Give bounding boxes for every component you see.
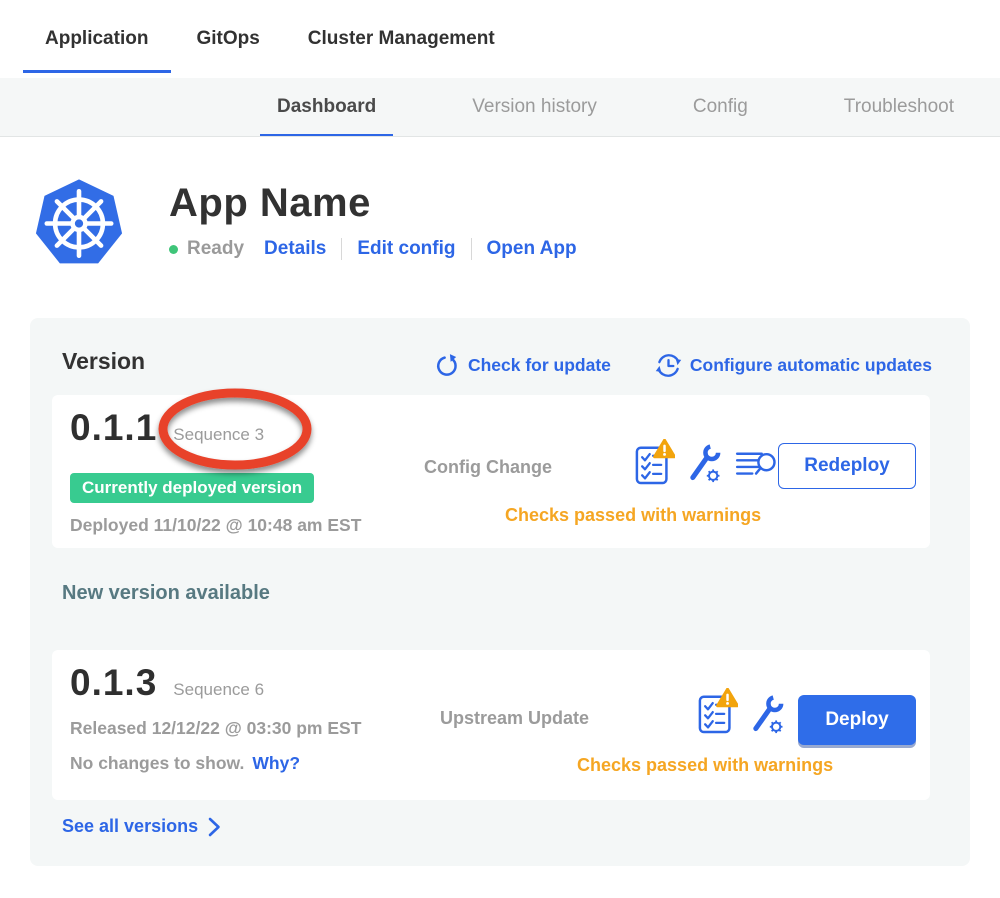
see-all-versions-label: See all versions (62, 816, 198, 837)
deployed-badge: Currently deployed version (70, 473, 314, 503)
no-changes-note: No changes to show. (70, 753, 244, 774)
check-for-update-link[interactable]: Check for update (435, 353, 611, 378)
check-for-update-label: Check for update (468, 355, 611, 376)
subtab-dashboard[interactable]: Dashboard (277, 78, 376, 137)
why-link[interactable]: Why? (252, 753, 300, 774)
secondary-nav: Dashboard Version history Config Trouble… (0, 78, 1000, 137)
configure-auto-updates-link[interactable]: Configure automatic updates (655, 352, 932, 379)
version-panel: Version Check for update Con (30, 318, 970, 866)
preflight-checklist-warning-icon[interactable] (698, 688, 738, 739)
tab-cluster-management[interactable]: Cluster Management (308, 0, 495, 78)
subtab-version-history[interactable]: Version history (472, 78, 597, 137)
available-sequence: Sequence 6 (173, 680, 264, 700)
tab-gitops[interactable]: GitOps (196, 0, 259, 78)
kubernetes-logo-icon (33, 175, 125, 272)
app-header: App Name Ready Details Edit config Open … (0, 175, 1000, 272)
current-version-number: 0.1.1 (70, 407, 157, 449)
app-name: App Name (169, 181, 577, 226)
details-link[interactable]: Details (264, 238, 326, 260)
preflight-checklist-warning-icon[interactable] (635, 439, 675, 490)
deployed-timestamp: Deployed 11/10/22 @ 10:48 am EST (70, 515, 361, 536)
current-checks-status: Checks passed with warnings (505, 505, 761, 526)
config-wrench-icon[interactable] (686, 443, 724, 490)
scheduled-update-icon (655, 352, 682, 379)
divider (471, 238, 472, 260)
available-checks-status: Checks passed with warnings (577, 755, 833, 776)
available-version-number: 0.1.3 (70, 662, 157, 704)
current-version-card: 0.1.1 Sequence 3 Currently deployed vers… (52, 395, 930, 548)
tab-application[interactable]: Application (45, 0, 148, 78)
new-version-heading: New version available (62, 582, 270, 605)
config-wrench-icon[interactable] (749, 694, 787, 741)
current-sequence: Sequence 3 (173, 425, 264, 445)
release-notes-diff-icon[interactable] (735, 449, 779, 488)
available-source-type: Upstream Update (440, 708, 589, 729)
current-source-type: Config Change (424, 457, 552, 478)
configure-auto-updates-label: Configure automatic updates (690, 355, 932, 376)
app-status: Ready (187, 238, 244, 260)
subtab-config[interactable]: Config (693, 78, 748, 137)
redeploy-button[interactable]: Redeploy (778, 443, 916, 489)
subtab-troubleshoot[interactable]: Troubleshoot (844, 78, 954, 137)
open-app-link[interactable]: Open App (487, 238, 577, 260)
deploy-button[interactable]: Deploy (798, 695, 916, 745)
chevron-right-icon (208, 817, 221, 837)
status-dot-icon (169, 245, 178, 254)
available-version-card: 0.1.3 Sequence 6 Released 12/12/22 @ 03:… (52, 650, 930, 800)
edit-config-link[interactable]: Edit config (357, 238, 455, 260)
panel-title: Version (62, 348, 145, 375)
primary-nav: Application GitOps Cluster Management (0, 0, 1000, 78)
refresh-icon (435, 353, 460, 378)
see-all-versions-link[interactable]: See all versions (62, 816, 221, 837)
released-timestamp: Released 12/12/22 @ 03:30 pm EST (70, 718, 361, 739)
divider (341, 238, 342, 260)
